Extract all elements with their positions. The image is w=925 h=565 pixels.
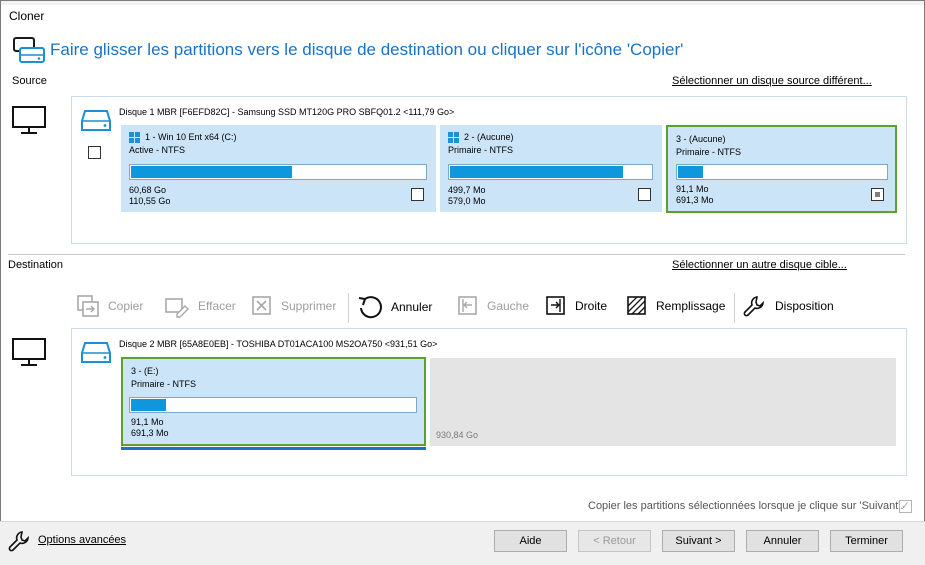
select-source-disk-link[interactable]: Sélectionner un disque source différent.… — [672, 75, 872, 87]
source-partition-1[interactable]: 1 - Win 10 Ent x64 (C:) Active - NTFS 60… — [121, 125, 436, 212]
partition-2-checkbox[interactable] — [638, 188, 651, 201]
move-right-label: Droite — [575, 299, 608, 313]
copy-on-next-note: Copier les partitions sélectionnées lors… — [588, 500, 904, 512]
usage-fill — [131, 399, 167, 411]
source-partition-2[interactable]: 2 - (Aucune) Primaire - NTFS 499,7 Mo 57… — [440, 125, 662, 212]
copy-icon — [77, 295, 99, 317]
destination-disk-title: Disque 2 MBR [65A8E0EB] - TOSHIBA DT01AC… — [119, 339, 438, 349]
help-button[interactable]: Aide — [494, 530, 567, 552]
destination-label: Destination — [8, 259, 64, 271]
eraser-icon — [165, 298, 189, 318]
partition-type: Primaire - NTFS — [448, 145, 513, 155]
fill-icon — [627, 296, 646, 315]
partition-type: Active - NTFS — [129, 145, 186, 155]
undo-icon — [358, 296, 382, 319]
partition-usage-bar — [676, 164, 888, 180]
partition-usage-bar — [129, 397, 417, 413]
fill-button[interactable]: Remplissage — [626, 294, 725, 318]
delete-label: Supprimer — [281, 299, 337, 313]
partition-used: 91,1 Mo — [131, 417, 164, 427]
fill-label: Remplissage — [656, 299, 726, 313]
move-left-icon — [458, 296, 477, 315]
partition-used: 60,68 Go — [129, 185, 167, 195]
window-title: Cloner — [9, 9, 45, 23]
partition-used: 91,1 Mo — [676, 184, 709, 194]
finish-button[interactable]: Terminer — [830, 530, 903, 552]
windows-icon — [129, 132, 140, 143]
section-divider — [8, 254, 905, 255]
cancel-button[interactable]: Annuler — [746, 530, 819, 552]
unallocated-space[interactable]: 930,84 Go — [430, 358, 896, 446]
copy-label: Copier — [108, 299, 144, 313]
layout-label: Disposition — [775, 299, 834, 313]
partition-total: 691,3 Mo — [131, 428, 169, 438]
usage-fill — [678, 166, 704, 178]
destination-disk-icon — [81, 342, 111, 363]
delete-button[interactable]: Supprimer — [251, 294, 336, 318]
windows-icon — [448, 132, 459, 143]
undo-button[interactable]: Annuler — [357, 294, 432, 320]
usage-fill — [450, 166, 623, 178]
next-button[interactable]: Suivant > — [662, 530, 735, 552]
move-right-button[interactable]: Droite — [545, 294, 607, 318]
erase-button[interactable]: Effacer — [164, 294, 236, 318]
partition-total: 691,3 Mo — [676, 195, 714, 205]
selected-partition-underline — [121, 447, 426, 450]
instruction-header: Faire glisser les partitions vers le dis… — [50, 40, 684, 59]
partition-type: Primaire - NTFS — [676, 147, 741, 157]
select-target-disk-link[interactable]: Sélectionner un autre disque cible... — [672, 259, 847, 271]
erase-label: Effacer — [198, 299, 236, 313]
source-disk-icon — [81, 110, 111, 131]
unallocated-size: 930,84 Go — [436, 430, 479, 440]
layout-button[interactable]: Disposition — [743, 294, 834, 318]
partition-title: 1 - Win 10 Ent x64 (C:) — [145, 132, 237, 142]
wrench-icon — [743, 296, 765, 317]
partition-usage-bar — [448, 164, 653, 180]
partition-total: 579,0 Mo — [448, 196, 486, 206]
advanced-options-link[interactable]: Options avancées — [38, 534, 126, 546]
source-computer-icon — [12, 106, 46, 134]
destination-computer-icon — [12, 338, 46, 366]
partition-title: 3 - (E:) — [131, 366, 159, 376]
delete-icon — [252, 296, 271, 315]
partition-total: 110,55 Go — [129, 196, 171, 206]
source-partition-3[interactable]: 3 - (Aucune) Primaire - NTFS 91,1 Mo 691… — [666, 125, 897, 213]
move-left-label: Gauche — [487, 299, 530, 313]
partition-title: 3 - (Aucune) — [676, 134, 726, 144]
partition-used: 499,7 Mo — [448, 185, 486, 195]
destination-partition[interactable]: 3 - (E:) Primaire - NTFS 91,1 Mo 691,3 M… — [121, 357, 426, 446]
partition-type: Primaire - NTFS — [131, 379, 196, 389]
partition-1-checkbox[interactable] — [411, 188, 424, 201]
undo-label: Annuler — [391, 300, 433, 314]
source-disk-checkbox[interactable] — [88, 146, 101, 159]
clone-disk-icon — [13, 37, 45, 63]
move-left-button[interactable]: Gauche — [457, 294, 529, 318]
copy-button[interactable]: Copier — [76, 294, 143, 318]
back-button[interactable]: < Retour — [578, 530, 651, 552]
move-right-icon — [546, 296, 565, 315]
partition-title: 2 - (Aucune) — [464, 132, 514, 142]
wrench-icon — [8, 531, 30, 552]
toolbar-separator — [348, 293, 349, 323]
partition-usage-bar — [129, 164, 427, 180]
source-label: Source — [12, 75, 47, 87]
copy-on-next-checkbox[interactable]: ✓ — [899, 500, 912, 513]
usage-fill — [131, 166, 292, 178]
toolbar-separator — [734, 293, 735, 323]
source-disk-title: Disque 1 MBR [F6EFD82C] - Samsung SSD MT… — [119, 107, 455, 117]
partition-3-checkbox[interactable] — [871, 188, 884, 201]
